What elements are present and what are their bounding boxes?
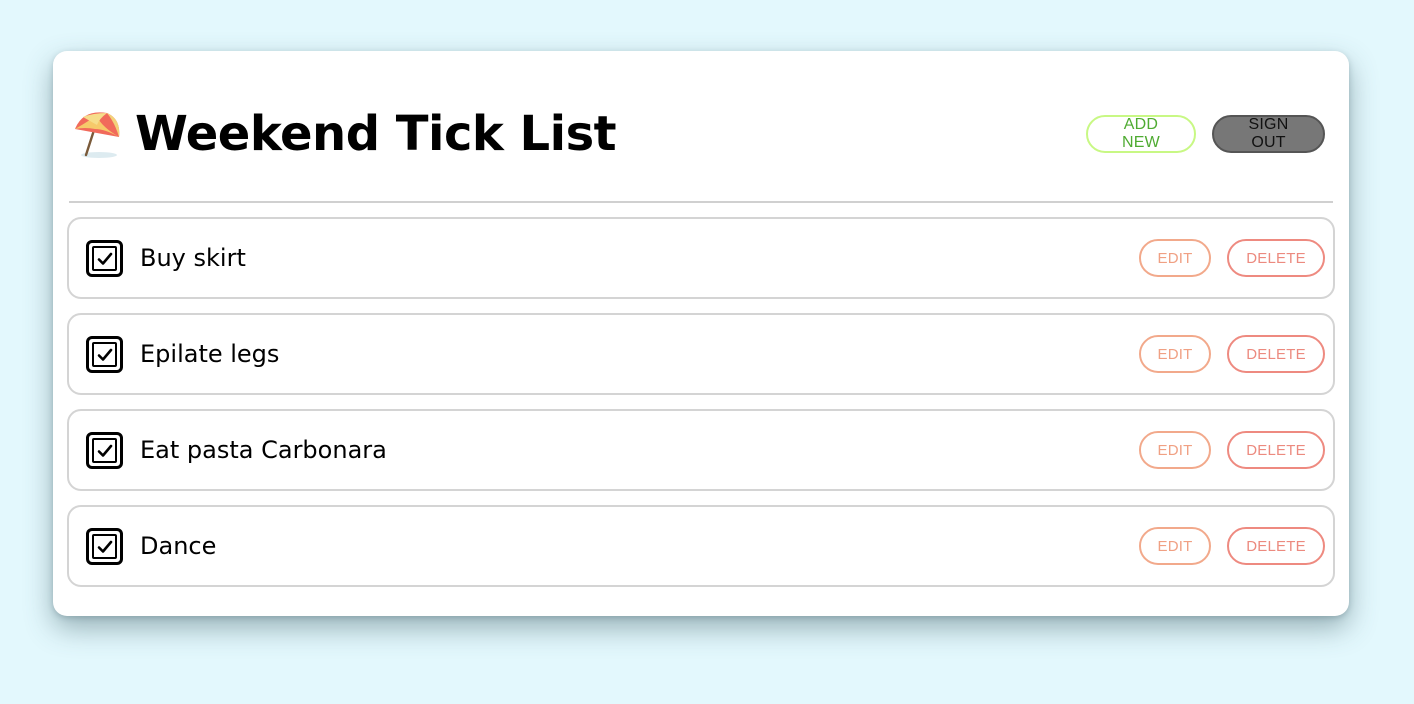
item-label: Epilate legs [140, 340, 280, 368]
item-actions: EDIT DELETE [1139, 335, 1325, 373]
item-label: Dance [140, 532, 217, 560]
title-wrap: Weekend Tick List [69, 99, 617, 169]
item-label: Buy skirt [140, 244, 246, 272]
todo-list: Buy skirt EDIT DELETE Epilate legs EDIT … [67, 217, 1335, 601]
edit-button[interactable]: EDIT [1139, 335, 1211, 373]
delete-button[interactable]: DELETE [1227, 239, 1325, 277]
checkmark-box [92, 438, 117, 463]
item-actions: EDIT DELETE [1139, 431, 1325, 469]
checkmark-icon [97, 348, 112, 361]
item-checkbox[interactable] [86, 336, 123, 373]
list-item: Buy skirt EDIT DELETE [67, 217, 1335, 299]
delete-button[interactable]: DELETE [1227, 335, 1325, 373]
checkmark-box [92, 342, 117, 367]
list-item: Dance EDIT DELETE [67, 505, 1335, 587]
delete-button[interactable]: DELETE [1227, 527, 1325, 565]
todo-card: Weekend Tick List ADD NEW SIGN OUT Buy s… [53, 51, 1349, 616]
item-actions: EDIT DELETE [1139, 527, 1325, 565]
edit-button[interactable]: EDIT [1139, 527, 1211, 565]
item-actions: EDIT DELETE [1139, 239, 1325, 277]
list-item: Eat pasta Carbonara EDIT DELETE [67, 409, 1335, 491]
checkmark-box [92, 534, 117, 559]
item-label: Eat pasta Carbonara [140, 436, 387, 464]
list-item: Epilate legs EDIT DELETE [67, 313, 1335, 395]
beach-umbrella-icon [69, 107, 123, 161]
checkmark-icon [97, 540, 112, 553]
header-actions: ADD NEW SIGN OUT [1086, 115, 1325, 153]
add-new-button[interactable]: ADD NEW [1086, 115, 1196, 153]
sign-out-button[interactable]: SIGN OUT [1212, 115, 1325, 153]
item-checkbox[interactable] [86, 240, 123, 277]
header-divider [69, 201, 1333, 203]
item-checkbox[interactable] [86, 432, 123, 469]
delete-button[interactable]: DELETE [1227, 431, 1325, 469]
page-title: Weekend Tick List [135, 106, 617, 162]
checkmark-icon [97, 252, 112, 265]
checkmark-box [92, 246, 117, 271]
edit-button[interactable]: EDIT [1139, 239, 1211, 277]
header: Weekend Tick List ADD NEW SIGN OUT [69, 99, 1333, 169]
edit-button[interactable]: EDIT [1139, 431, 1211, 469]
item-checkbox[interactable] [86, 528, 123, 565]
checkmark-icon [97, 444, 112, 457]
